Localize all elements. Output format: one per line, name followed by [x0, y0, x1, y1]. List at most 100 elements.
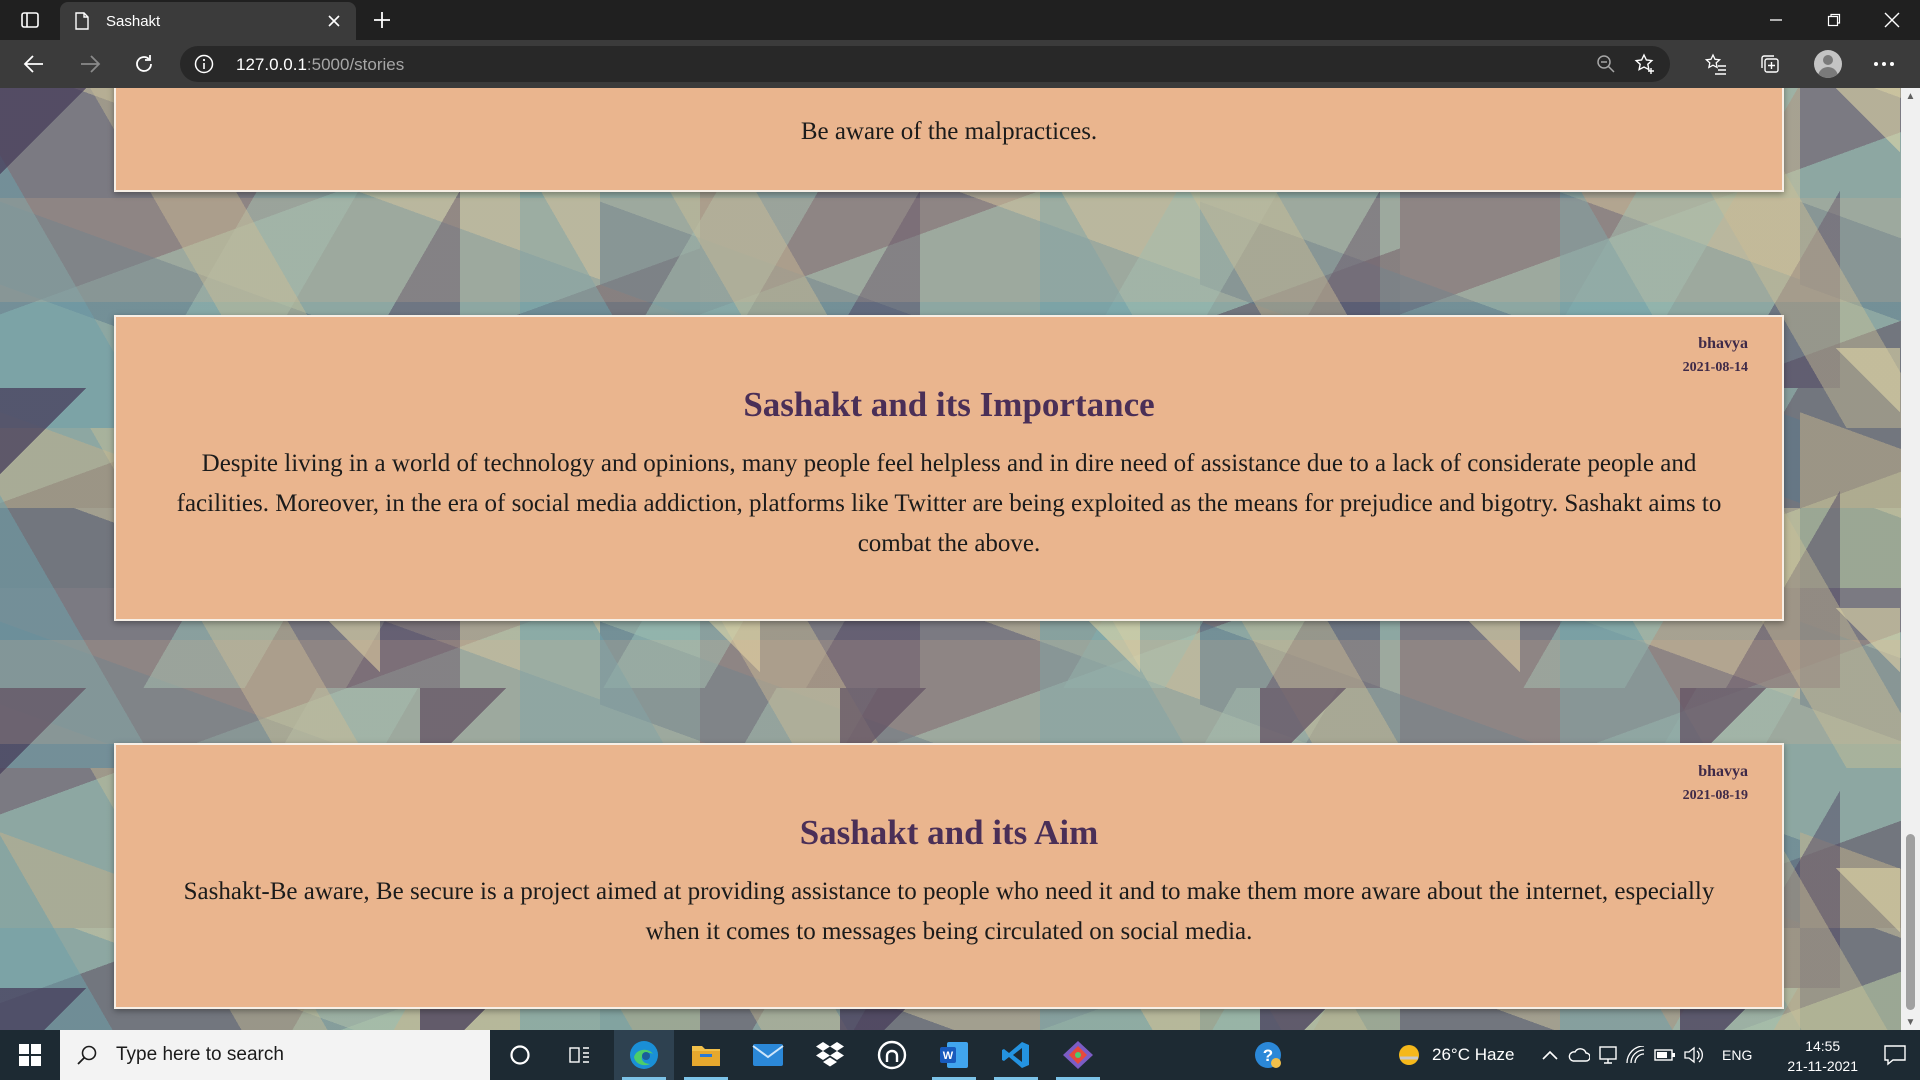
- page-scrollbar[interactable]: ▲ ▼: [1901, 88, 1920, 1030]
- new-tab-button[interactable]: [364, 4, 400, 36]
- url-host: 127.0.0.1: [236, 55, 307, 74]
- word-icon: W: [940, 1042, 968, 1068]
- page-icon: [74, 12, 92, 30]
- file-explorer-button[interactable]: [676, 1030, 736, 1080]
- story-author: bhavya: [1698, 335, 1748, 352]
- help-button[interactable]: ?: [1238, 1030, 1298, 1080]
- url-path: :5000/stories: [306, 55, 405, 74]
- zoom-out-icon[interactable]: [1596, 54, 1616, 74]
- cortana-button[interactable]: [490, 1030, 550, 1080]
- story-body: Be aware of the malpractices.: [800, 118, 1098, 145]
- info-icon[interactable]: [194, 54, 214, 74]
- story-date: 2021-08-14: [1682, 360, 1748, 375]
- dropbox-icon: [816, 1042, 844, 1067]
- task-view-button[interactable]: [550, 1030, 610, 1080]
- story-title: Sashakt and its Aim: [799, 813, 1099, 852]
- github-desktop-button[interactable]: [862, 1030, 922, 1080]
- chevron-up-icon[interactable]: [1542, 1049, 1558, 1061]
- restore-button[interactable]: [1806, 0, 1862, 40]
- url-text[interactable]: 127.0.0.1:5000/stories: [236, 55, 404, 75]
- tab-title: Sashakt: [106, 12, 161, 30]
- windows-taskbar: Type here to search W ? 26°C Haze ENG 14…: [0, 1030, 1920, 1080]
- story-card: Be aware of the malpractices.: [114, 88, 1784, 192]
- system-tray[interactable]: ENG: [1542, 1030, 1752, 1080]
- wifi-icon[interactable]: [1626, 1046, 1646, 1064]
- start-button[interactable]: [0, 1030, 60, 1080]
- task-view-icon: [569, 1047, 589, 1063]
- weather-text: 26°C Haze: [1432, 1045, 1515, 1064]
- story-date: 2021-08-19: [1682, 788, 1748, 803]
- refresh-icon: [136, 55, 152, 72]
- volume-icon[interactable]: [1684, 1046, 1704, 1064]
- edge-taskbar-button[interactable]: [614, 1030, 674, 1080]
- add-favorite-icon[interactable]: [1634, 53, 1656, 75]
- plus-icon: [374, 12, 390, 28]
- clock-time: 14:55: [1805, 1038, 1841, 1054]
- minimize-icon: [1770, 19, 1782, 21]
- svg-text:W: W: [943, 1050, 954, 1062]
- more-dots-icon: [1874, 62, 1894, 66]
- browser-toolbar: 127.0.0.1:5000/stories: [0, 40, 1920, 88]
- weather-widget[interactable]: 26°C Haze: [1396, 1030, 1514, 1080]
- story-separator: [0, 640, 1901, 744]
- close-window-button[interactable]: [1864, 0, 1920, 40]
- mail-button[interactable]: [738, 1030, 798, 1080]
- git-gui-button[interactable]: [1048, 1030, 1108, 1080]
- vscode-icon: [1002, 1042, 1029, 1068]
- collections-icon: [1761, 55, 1779, 73]
- windows-logo-icon: [19, 1044, 41, 1066]
- mail-icon: [752, 1044, 784, 1066]
- forward-arrow-icon: [81, 55, 101, 73]
- scrollbar-thumb[interactable]: [1906, 834, 1915, 1010]
- story-card: bhavya 2021-08-14 Sashakt and its Import…: [114, 315, 1784, 621]
- vscode-button[interactable]: [986, 1030, 1046, 1080]
- word-button[interactable]: W: [924, 1030, 984, 1080]
- battery-icon[interactable]: [1654, 1048, 1676, 1062]
- page-viewport: Be aware of the malpractices. bhavya 202…: [0, 88, 1901, 1030]
- story-body: Despite living in a world of technology …: [176, 450, 1722, 557]
- story-title: Sashakt and its Importance: [743, 385, 1155, 424]
- forward-button[interactable]: [70, 46, 110, 82]
- edge-browser-icon: [630, 1041, 658, 1069]
- taskbar-search-box[interactable]: Type here to search: [60, 1030, 490, 1080]
- avatar: [1814, 50, 1842, 78]
- favorites-icon: [1705, 53, 1726, 75]
- github-icon: [877, 1040, 907, 1070]
- restore-icon: [1827, 13, 1841, 27]
- address-bar[interactable]: 127.0.0.1:5000/stories: [180, 46, 1670, 82]
- weather-sun-icon: [1399, 1045, 1419, 1065]
- taskbar-clock[interactable]: 14:55 21-11-2021: [1787, 1036, 1858, 1076]
- notification-icon: [1884, 1045, 1906, 1066]
- cortana-icon: [510, 1045, 530, 1065]
- browser-tab-active[interactable]: Sashakt: [60, 2, 356, 40]
- scroll-up-arrow-icon[interactable]: ▲: [1901, 88, 1920, 104]
- dropbox-button[interactable]: [800, 1030, 860, 1080]
- onedrive-cloud-icon[interactable]: [1568, 1047, 1590, 1063]
- back-arrow-icon: [23, 55, 43, 73]
- help-icon: ?: [1255, 1042, 1281, 1068]
- clock-date: 21-11-2021: [1787, 1058, 1858, 1074]
- git-icon: [1063, 1041, 1093, 1069]
- settings-more-button[interactable]: [1864, 46, 1904, 82]
- tab-close-icon[interactable]: [318, 5, 350, 37]
- notifications-button[interactable]: [1870, 1030, 1920, 1080]
- refresh-button[interactable]: [124, 46, 164, 82]
- story-author: bhavya: [1698, 763, 1748, 780]
- back-button[interactable]: [14, 46, 54, 82]
- minimize-button[interactable]: [1748, 0, 1804, 40]
- folder-icon: [692, 1046, 720, 1066]
- story-separator: [0, 198, 1901, 302]
- profile-button[interactable]: [1808, 46, 1848, 82]
- tab-actions-button[interactable]: [8, 4, 52, 36]
- search-placeholder: Type here to search: [116, 1044, 284, 1065]
- favorites-button[interactable]: [1696, 46, 1736, 82]
- search-icon: [77, 1045, 97, 1065]
- network-adapter-icon[interactable]: [1598, 1046, 1618, 1064]
- story-card: bhavya 2021-08-19 Sashakt and its Aim Sa…: [114, 743, 1784, 1009]
- collections-button[interactable]: [1750, 46, 1790, 82]
- language-indicator[interactable]: ENG: [1722, 1047, 1752, 1063]
- tab-actions-icon: [21, 12, 39, 28]
- close-icon: [1884, 12, 1900, 28]
- story-body: Sashakt-Be aware, Be secure is a project…: [183, 878, 1715, 945]
- scroll-down-arrow-icon[interactable]: ▼: [1901, 1014, 1920, 1030]
